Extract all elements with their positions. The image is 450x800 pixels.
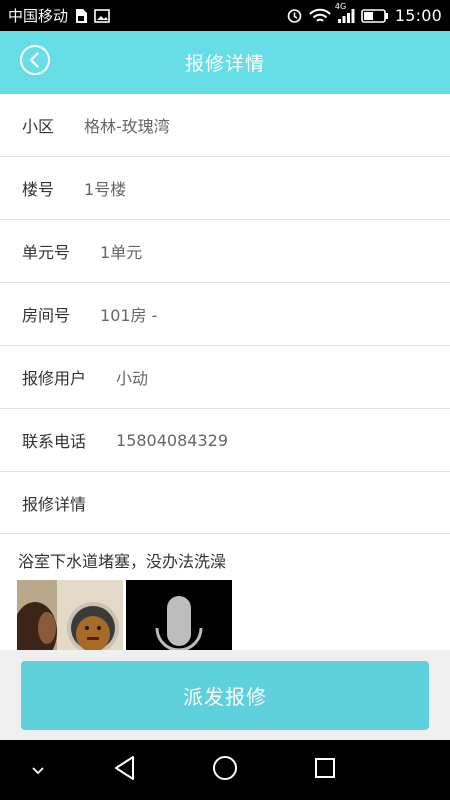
- detail-row-room: 房间号 101房 -: [0, 283, 450, 346]
- phone-number[interactable]: 15804084329: [116, 431, 228, 450]
- microphone-icon: [126, 580, 232, 650]
- detail-row-user: 报修用户 小动: [0, 346, 450, 409]
- battery-icon: [361, 8, 389, 23]
- detail-label: 单元号: [22, 243, 71, 262]
- detail-value: 格林-玫瑰湾: [84, 117, 170, 136]
- clock: 15:00: [394, 6, 442, 25]
- wifi-icon: [309, 8, 331, 24]
- detail-row-building: 楼号 1号楼: [0, 157, 450, 220]
- detail-content: 小区 格林-玫瑰湾 楼号 1号楼 单元号 1单元 房间号 101房 - 报修用户…: [0, 94, 450, 650]
- header-bar: 报修详情: [0, 31, 450, 94]
- voice-thumbnail[interactable]: [126, 580, 232, 650]
- nav-back-button[interactable]: [105, 754, 145, 786]
- photo-thumbnail[interactable]: [17, 580, 123, 650]
- detail-label: 报修用户: [22, 369, 87, 388]
- network-type: 4G: [334, 1, 347, 11]
- chevron-down-icon: [31, 761, 45, 780]
- sim-card-icon: [74, 8, 88, 24]
- detail-label: 房间号: [22, 306, 71, 325]
- back-button[interactable]: [18, 45, 52, 79]
- detail-value: 1号楼: [84, 180, 127, 199]
- status-right: 4G 15:00: [286, 2, 442, 25]
- nav-hide-button[interactable]: [18, 754, 58, 786]
- attachment-list: [0, 580, 450, 650]
- detail-value: 1单元: [100, 243, 143, 262]
- nav-home-button[interactable]: [205, 754, 245, 786]
- image-icon: [94, 8, 110, 24]
- nav-recents-button[interactable]: [305, 754, 345, 786]
- back-triangle-icon: [113, 755, 137, 785]
- detail-row-unit: 单元号 1单元: [0, 220, 450, 283]
- detail-label: 小区: [22, 117, 55, 136]
- detail-value: 小动: [116, 369, 149, 388]
- back-arrow-icon: [19, 44, 51, 80]
- detail-value: 101房 -: [100, 306, 158, 325]
- status-left: 中国移动: [8, 5, 110, 26]
- status-bar: 中国移动 4G 15:00: [0, 0, 450, 31]
- recents-square-icon: [314, 757, 336, 783]
- page-title: 报修详情: [184, 53, 265, 75]
- signal-icon: 4G: [335, 2, 355, 24]
- repair-description: 浴室下水道堵塞，没办法洗澡: [18, 552, 227, 571]
- carrier-name: 中国移动: [8, 7, 69, 25]
- detail-row-phone: 联系电话 15804084329: [0, 409, 450, 472]
- repair-detail-label: 报修详情: [22, 494, 87, 514]
- detail-label: 联系电话: [22, 432, 87, 451]
- home-circle-icon: [212, 755, 238, 785]
- bottom-action-area: 派发报修: [0, 650, 450, 740]
- detail-row-community: 小区 格林-玫瑰湾: [0, 94, 450, 157]
- repair-detail-heading: 报修详情: [0, 472, 450, 534]
- dispatch-repair-button[interactable]: 派发报修: [21, 661, 429, 730]
- alarm-icon: [286, 7, 303, 24]
- system-nav-bar: [0, 740, 450, 800]
- detail-label: 楼号: [22, 180, 55, 199]
